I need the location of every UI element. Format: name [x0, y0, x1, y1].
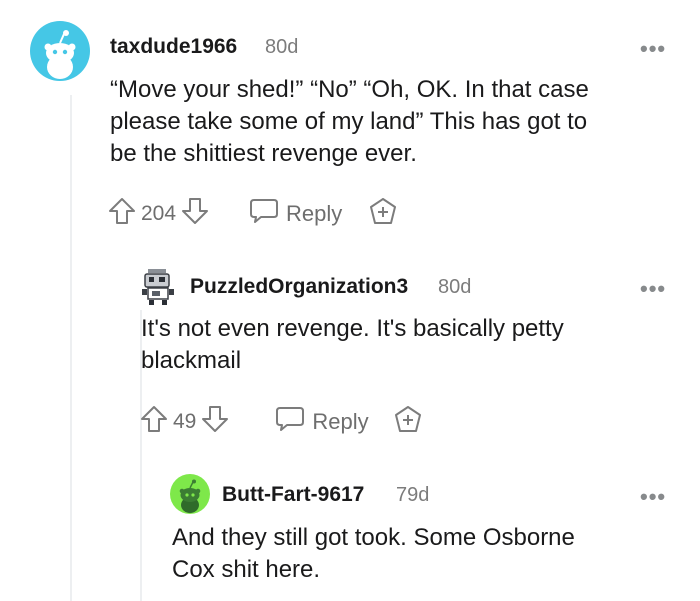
more-options-icon[interactable]: ••• — [640, 38, 666, 60]
more-options-icon[interactable]: ••• — [640, 486, 666, 508]
downvote-arrow-icon[interactable] — [200, 404, 230, 439]
comment-body-line: please take some of my land” This has go… — [110, 108, 588, 135]
comment-age: 79d — [396, 484, 430, 506]
snoo-avatar-icon — [179, 479, 201, 513]
speech-bubble-icon[interactable] — [248, 196, 280, 231]
comment-body-line: It's not even revenge. It's basically pe… — [141, 315, 564, 342]
comment-username[interactable]: Butt-Fart-9617 — [222, 483, 364, 507]
avatar[interactable] — [170, 474, 210, 514]
comment-body: It's not even revenge. It's basically pe… — [141, 313, 564, 377]
comment-body: “Move your shed!” “No” “Oh, OK. In that … — [110, 74, 589, 170]
comment-body-line: blackmail — [141, 347, 242, 374]
comment-age: 80d — [438, 276, 472, 298]
reply-button[interactable]: Reply — [286, 201, 342, 227]
upvote-arrow-icon[interactable] — [107, 196, 137, 231]
award-plus-icon[interactable] — [368, 196, 398, 231]
comment-body-line: Cox shit here. — [172, 556, 321, 583]
more-options-icon[interactable]: ••• — [640, 278, 666, 300]
vote-count: 204 — [141, 201, 177, 225]
downvote-arrow-icon[interactable] — [180, 196, 210, 231]
robot-avatar-icon — [142, 269, 174, 305]
comment-body-line: be the shittiest revenge ever. — [110, 140, 417, 167]
upvote-arrow-icon[interactable] — [139, 404, 169, 439]
comment-actions: 204 Reply — [107, 196, 398, 231]
snoo-avatar-icon — [44, 30, 76, 79]
comment-body-line: “Move your shed!” “No” “Oh, OK. In that … — [110, 76, 589, 103]
reply-button[interactable]: Reply — [312, 409, 368, 435]
comment-username[interactable]: taxdude1966 — [110, 35, 237, 59]
comment-age: 80d — [265, 36, 299, 58]
comment-actions: 49 Reply — [139, 404, 423, 439]
comment-body: And they still got took. Some Osborne Co… — [172, 522, 575, 586]
avatar[interactable] — [140, 266, 176, 306]
comment-body-line: And they still got took. Some Osborne — [172, 524, 575, 551]
comment-username[interactable]: PuzzledOrganization3 — [190, 275, 408, 299]
thread-line-1[interactable] — [70, 95, 72, 601]
vote-count: 49 — [173, 409, 197, 433]
award-plus-icon[interactable] — [393, 404, 423, 439]
speech-bubble-icon[interactable] — [274, 404, 306, 439]
avatar[interactable] — [30, 21, 90, 81]
